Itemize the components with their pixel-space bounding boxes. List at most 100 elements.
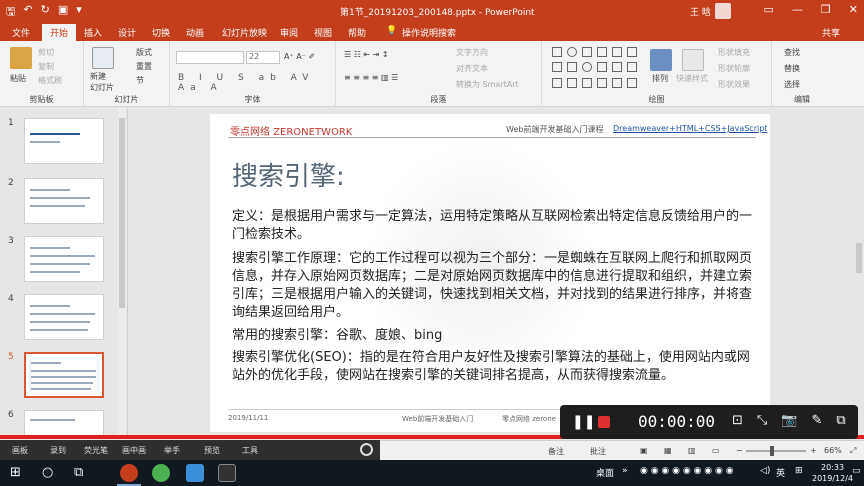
search-icon[interactable]: ○ <box>42 465 53 480</box>
zoom-level[interactable]: 66% <box>824 446 842 455</box>
zoom-out-icon[interactable]: − <box>736 446 743 455</box>
shapes-gallery[interactable] <box>552 47 640 91</box>
section-button[interactable]: 节 <box>136 75 144 86</box>
tab-view[interactable]: 视图 <box>314 26 332 39</box>
tab-transitions[interactable]: 切换 <box>152 26 170 39</box>
collapse-icon[interactable]: ⤡ <box>757 413 767 428</box>
window-icon[interactable]: ⧉ <box>836 413 845 428</box>
power-icon[interactable] <box>360 443 373 456</box>
tell-me-search[interactable]: 操作说明搜索 <box>402 26 456 39</box>
task-view-icon[interactable]: ⧉ <box>74 465 83 480</box>
common-engines-paragraph[interactable]: 常用的搜索引擎：谷歌、度娘、bing <box>232 327 752 345</box>
paste-button[interactable]: 粘贴 <box>10 73 26 84</box>
picture-in-picture-button[interactable]: 画中画 <box>122 445 146 456</box>
raise-hand-button[interactable]: 举手 <box>164 445 180 456</box>
align-icons[interactable]: ≡ ≡ ≡ ≡ ▥ ☰ <box>344 73 398 82</box>
terminal-icon[interactable] <box>218 464 236 482</box>
tab-design[interactable]: 设计 <box>118 26 136 39</box>
definition-paragraph[interactable]: 定义：是根据用户需求与一定算法，运用特定策略从互联网检索出特定信息反馈给用户的一… <box>232 208 752 244</box>
layout-button[interactable]: 版式 <box>136 47 152 58</box>
notifications-icon[interactable]: ▭ <box>852 466 861 476</box>
close-icon[interactable]: ✕ <box>849 3 858 16</box>
preview-button[interactable]: 预览 <box>204 445 220 456</box>
clock[interactable]: 20:33 2019/12/4 <box>812 462 853 484</box>
record-to-button[interactable]: 录到 <box>50 445 66 456</box>
normal-view-icon[interactable]: ▣ <box>640 446 648 455</box>
tab-insert[interactable]: 插入 <box>84 26 102 39</box>
shape-fill-button[interactable]: 形状填充 <box>718 47 750 58</box>
dreamweaver-icon[interactable] <box>186 464 204 482</box>
drawing-board-button[interactable]: 画板 <box>12 445 28 456</box>
quick-styles-icon[interactable] <box>682 49 704 71</box>
list-icons[interactable]: ☰ ☷ ⇤ ⇥ ↕ <box>344 50 389 59</box>
customize-qat-icon[interactable]: ▾ <box>76 3 82 22</box>
chrome-icon[interactable] <box>152 464 170 482</box>
share-button[interactable]: 共享 <box>822 26 840 39</box>
zoom-slider[interactable] <box>746 450 806 452</box>
cut-button[interactable]: 剪切 <box>38 47 54 58</box>
ime-mode-icon[interactable]: ⊞ <box>795 466 803 476</box>
fit-to-window-icon[interactable]: ⤢ <box>850 446 856 456</box>
slide-thumbnail-2[interactable] <box>24 178 104 224</box>
seo-paragraph[interactable]: 搜索引擎优化(SEO)：指的是在符合用户友好性及搜索引擎算法的基础上，使用网站内… <box>232 349 752 385</box>
slide-thumbnail-4[interactable] <box>24 294 104 340</box>
smartart-button[interactable]: 转换为 SmartArt <box>456 79 519 90</box>
desktop-toolbar[interactable]: 桌面 <box>596 466 614 479</box>
arrange-button[interactable]: 排列 <box>652 73 668 84</box>
principle-paragraph[interactable]: 搜索引擎工作原理：它的工作过程可以视为三个部分：一是蜘蛛在互联网上爬行和抓取网页… <box>232 250 752 322</box>
align-text-button[interactable]: 对齐文本 <box>456 63 488 74</box>
tab-home[interactable]: 开始 <box>42 24 77 41</box>
quick-styles-button[interactable]: 快速样式 <box>676 73 708 84</box>
font-size-field[interactable]: 22 <box>246 51 280 64</box>
slideshow-icon[interactable]: ▭ <box>712 446 720 455</box>
replace-button[interactable]: 替换 <box>784 63 800 74</box>
highlighter-button[interactable]: 荧光笔 <box>84 445 108 456</box>
restore-icon[interactable]: ❐ <box>821 3 831 16</box>
notes-button[interactable]: 备注 <box>548 446 564 457</box>
user-name[interactable]: 王 晗 <box>690 5 711 18</box>
powerpoint-icon[interactable] <box>120 464 138 482</box>
slide-scrollbar[interactable] <box>854 108 864 436</box>
redo-icon[interactable]: ↻ <box>41 3 50 22</box>
grow-font-icon[interactable]: A⁺ A⁻ ✐ <box>284 52 315 61</box>
tray-overflow-icon[interactable]: » <box>622 466 628 476</box>
zoom-in-icon[interactable]: + <box>810 446 817 455</box>
stop-icon[interactable] <box>598 416 610 428</box>
paste-icon[interactable] <box>10 47 32 69</box>
font-format-buttons[interactable]: B I U S ab AV Aa A <box>178 73 335 93</box>
slide-thumbnail-3[interactable] <box>24 236 104 282</box>
slide-canvas[interactable]: 零点网络 ZERONETWORK Web前端开发基础入门课程 Dreamweav… <box>210 114 770 432</box>
tab-file[interactable]: 文件 <box>12 26 30 39</box>
shape-effects-button[interactable]: 形状效果 <box>718 79 750 90</box>
slide-heading[interactable]: 搜索引擎: <box>232 156 345 193</box>
undo-icon[interactable]: ↶ <box>23 3 32 22</box>
slide-thumbnail-1[interactable] <box>24 118 104 164</box>
tab-review[interactable]: 审阅 <box>280 26 298 39</box>
slide-thumbnail-5[interactable] <box>24 352 104 398</box>
pen-icon[interactable]: ✎ <box>812 413 823 428</box>
arrange-icon[interactable] <box>650 49 672 71</box>
select-button[interactable]: 选择 <box>784 79 800 90</box>
shape-outline-button[interactable]: 形状轮廓 <box>718 63 750 74</box>
font-name-field[interactable] <box>176 51 244 64</box>
tools-button[interactable]: 工具 <box>242 445 258 456</box>
reset-button[interactable]: 重置 <box>136 61 152 72</box>
copy-button[interactable]: 复制 <box>38 61 54 72</box>
slide-thumbnail-6[interactable] <box>24 410 104 436</box>
start-from-beginning-icon[interactable]: ▣ <box>58 3 68 22</box>
tab-help[interactable]: 帮助 <box>348 26 366 39</box>
thumbnail-scrollbar[interactable] <box>118 108 126 436</box>
slide-sorter-icon[interactable]: ▦ <box>664 446 672 455</box>
new-slide-icon[interactable] <box>92 47 114 69</box>
camera-icon[interactable]: 📷 <box>781 413 797 428</box>
text-direction-button[interactable]: 文字方向 <box>456 47 488 58</box>
new-slide-button[interactable]: 新建 幻灯片 <box>90 71 114 93</box>
volume-icon[interactable]: ◁) <box>760 466 770 476</box>
minimize-icon[interactable]: — <box>792 3 803 16</box>
pause-icon[interactable]: ❚❚ <box>572 414 595 430</box>
zoom-slider-knob[interactable] <box>770 446 774 456</box>
tray-app-icons[interactable]: ◉ ◉ ◉ ◉ ◉ ◉ ◉ ◉ ◉ <box>640 466 734 476</box>
avatar[interactable] <box>715 3 731 19</box>
ime-indicator[interactable]: 英 <box>776 466 785 479</box>
slide-tech-link[interactable]: Dreamweaver+HTML+CSS+JavaScript <box>613 124 767 133</box>
